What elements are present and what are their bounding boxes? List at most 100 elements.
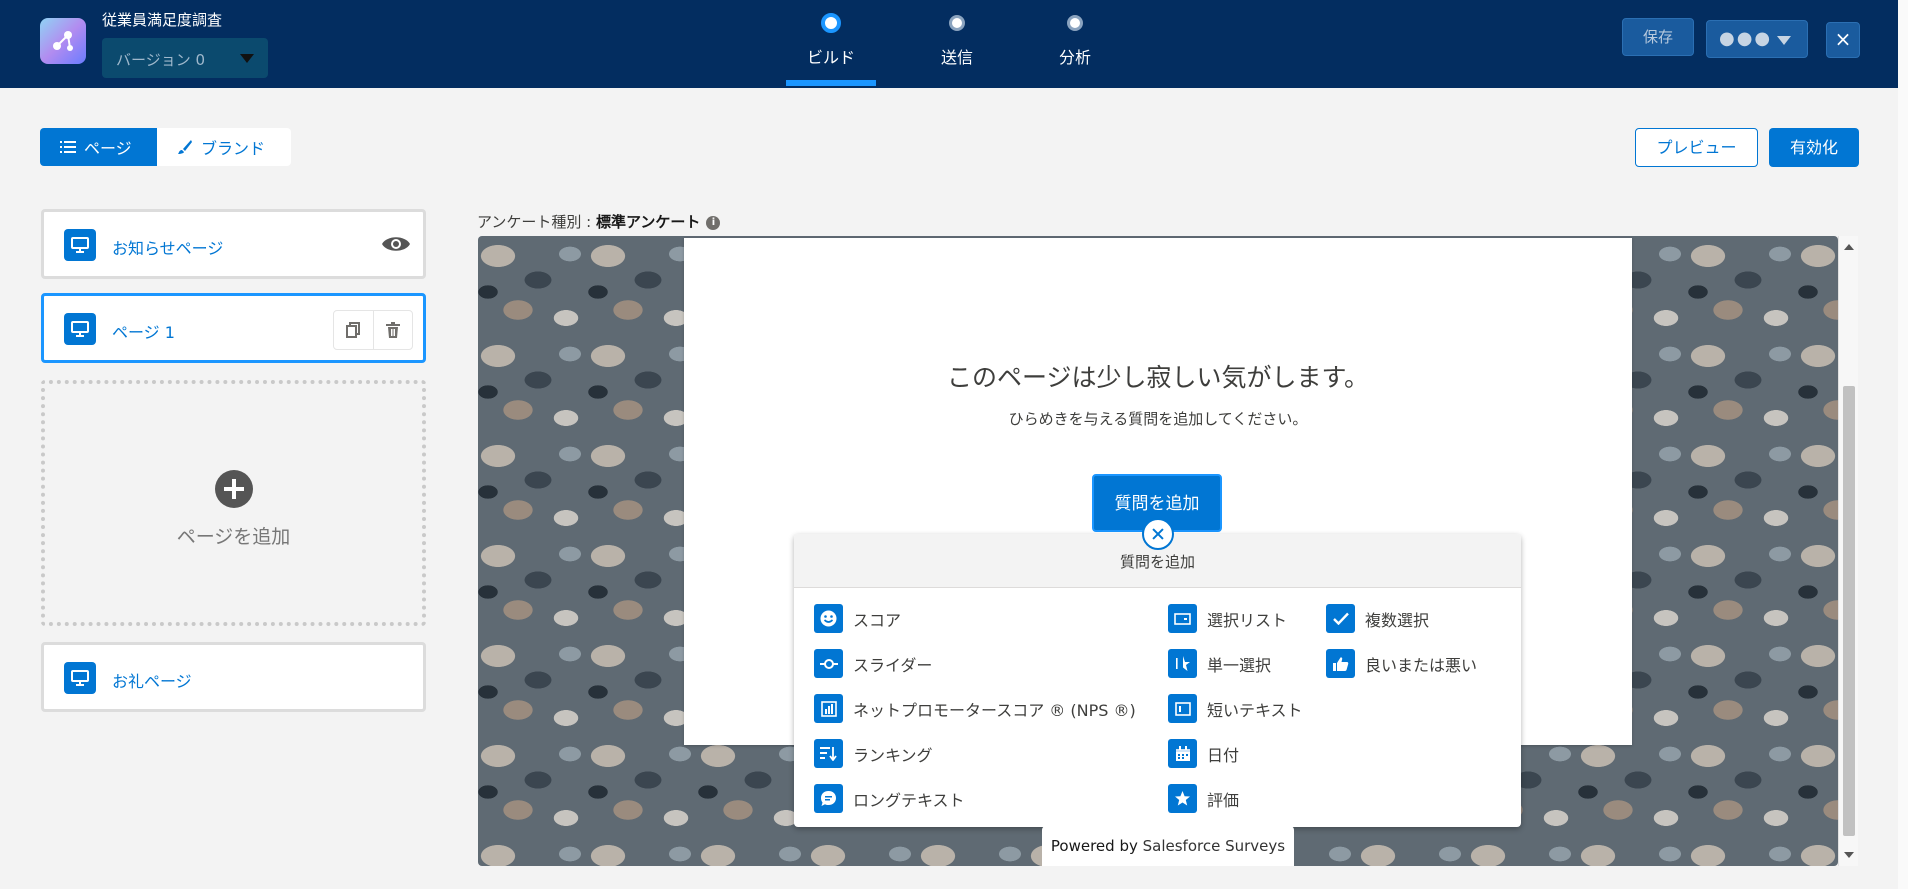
page-actions bbox=[333, 310, 413, 350]
question-type-label: ランキング bbox=[853, 745, 933, 765]
close-button[interactable]: × bbox=[1826, 22, 1860, 58]
question-type-rating[interactable]: 評価 bbox=[1168, 784, 1239, 813]
survey-type: アンケート種別 : 標準アンケート i bbox=[477, 211, 721, 232]
add-page-dropzone[interactable]: ページを追加 bbox=[41, 380, 426, 626]
tab-brand-label: ブランド bbox=[201, 139, 266, 158]
short-text-icon bbox=[1168, 694, 1197, 723]
delete-page-button[interactable] bbox=[374, 311, 413, 349]
step-indicator-icon bbox=[1067, 15, 1083, 31]
more-actions-button[interactable]: ●●● bbox=[1706, 20, 1808, 58]
more-dots-icon: ●●● bbox=[1719, 28, 1773, 49]
smiley-icon bbox=[814, 604, 843, 633]
active-step-bar bbox=[786, 80, 876, 86]
add-question-popover: 質問を追加 スコア スライダー ネットプロモータースコア ® (NPS ®) ラ… bbox=[794, 534, 1521, 827]
star-icon bbox=[1168, 784, 1197, 813]
step-label: 送信 bbox=[940, 48, 973, 67]
picklist-icon bbox=[1168, 604, 1197, 633]
info-icon[interactable]: i bbox=[706, 215, 721, 230]
step-analyze[interactable]: 分析 bbox=[1030, 0, 1120, 88]
question-type-score[interactable]: スコア bbox=[814, 604, 901, 633]
survey-type-label: アンケート種別 : bbox=[477, 213, 596, 231]
scroll-down-icon[interactable] bbox=[1844, 852, 1854, 858]
thumbs-up-icon bbox=[1326, 649, 1355, 678]
chevron-down-icon bbox=[240, 54, 254, 63]
question-type-picklist[interactable]: 選択リスト bbox=[1168, 604, 1287, 633]
desktop-icon bbox=[64, 662, 96, 694]
canvas-scrollbar[interactable] bbox=[1838, 236, 1858, 866]
desktop-icon bbox=[64, 229, 96, 261]
question-type-multi-choice[interactable]: 複数選択 bbox=[1326, 604, 1429, 633]
page-card-label: お知らせページ bbox=[112, 239, 224, 258]
question-type-date[interactable]: 日付 bbox=[1168, 739, 1239, 768]
question-type-label: 日付 bbox=[1207, 745, 1240, 765]
desktop-icon bbox=[64, 313, 96, 345]
question-type-slider[interactable]: スライダー bbox=[814, 649, 932, 678]
left-panel-tabs: ページ ブランド bbox=[40, 128, 291, 166]
slider-icon bbox=[814, 649, 843, 678]
powered-by-prefix: Powered by bbox=[1050, 837, 1143, 855]
check-icon bbox=[1326, 604, 1355, 633]
add-circle-icon bbox=[215, 470, 253, 508]
window-edge bbox=[1898, 0, 1908, 889]
close-popover-icon[interactable] bbox=[1142, 518, 1174, 550]
step-build[interactable]: ビルド bbox=[786, 0, 876, 88]
step-indicator-icon bbox=[949, 15, 965, 31]
question-type-label: 複数選択 bbox=[1365, 610, 1430, 630]
copy-icon bbox=[346, 322, 361, 338]
page-card-label: お礼ページ bbox=[112, 672, 192, 691]
version-select[interactable]: バージョン 0 bbox=[102, 38, 268, 78]
empty-state-subtitle: ひらめきを与える質問を追加してください。 bbox=[1008, 410, 1308, 428]
tab-pages-label: ページ bbox=[84, 139, 132, 158]
step-send[interactable]: 送信 bbox=[912, 0, 1002, 88]
question-type-label: 評価 bbox=[1207, 790, 1240, 810]
question-type-label: ロングテキスト bbox=[853, 790, 965, 810]
page-card-welcome[interactable]: お知らせページ bbox=[41, 209, 426, 279]
page-card-page1[interactable]: ページ 1 bbox=[41, 293, 426, 363]
bar-chart-icon bbox=[814, 694, 843, 723]
step-label: 分析 bbox=[1058, 48, 1091, 67]
question-type-long-text[interactable]: ロングテキスト bbox=[814, 784, 965, 813]
list-icon bbox=[60, 141, 76, 153]
powered-by-brand: Salesforce Surveys bbox=[1142, 837, 1286, 855]
brush-icon bbox=[178, 140, 192, 154]
question-type-label: ネットプロモータースコア ® (NPS ®) bbox=[853, 700, 1136, 720]
chevron-down-icon bbox=[1777, 36, 1791, 45]
page-card-label: ページ 1 bbox=[112, 323, 175, 342]
question-type-label: スコア bbox=[853, 610, 902, 630]
question-type-label: 短いテキスト bbox=[1207, 700, 1303, 720]
question-type-ranking[interactable]: ランキング bbox=[814, 739, 933, 768]
scrollbar-thumb[interactable] bbox=[1843, 386, 1855, 836]
version-select-value: バージョン 0 bbox=[116, 51, 206, 69]
eye-icon[interactable] bbox=[381, 234, 411, 254]
survey-type-value: 標準アンケート bbox=[596, 213, 701, 231]
survey-app-logo-icon bbox=[40, 18, 86, 64]
powered-by-footer: Powered by Salesforce Surveys bbox=[1042, 826, 1294, 866]
question-type-single-choice[interactable]: 単一選択 bbox=[1168, 649, 1271, 678]
single-choice-icon bbox=[1168, 649, 1197, 678]
page-card-thanks[interactable]: お礼ページ bbox=[41, 642, 426, 712]
question-type-label: 選択リスト bbox=[1207, 610, 1288, 630]
chat-icon bbox=[814, 784, 843, 813]
step-indicator-icon bbox=[821, 13, 841, 33]
question-type-nps[interactable]: ネットプロモータースコア ® (NPS ®) bbox=[814, 694, 1136, 723]
question-type-like-dislike[interactable]: 良いまたは悪い bbox=[1326, 649, 1477, 678]
activate-button[interactable]: 有効化 bbox=[1769, 128, 1859, 167]
question-type-label: 単一選択 bbox=[1207, 655, 1272, 675]
calendar-icon bbox=[1168, 739, 1197, 768]
survey-title: 従業員満足度調査 bbox=[102, 11, 223, 29]
trash-icon bbox=[385, 322, 400, 338]
copy-page-button[interactable] bbox=[334, 311, 374, 349]
question-type-label: 良いまたは悪い bbox=[1365, 655, 1478, 675]
ranking-icon bbox=[814, 739, 843, 768]
empty-state-title: このページは少し寂しい気がします。 bbox=[946, 363, 1369, 392]
preview-button[interactable]: プレビュー bbox=[1635, 128, 1758, 167]
scroll-up-icon[interactable] bbox=[1844, 244, 1854, 250]
question-type-short-text[interactable]: 短いテキスト bbox=[1168, 694, 1303, 723]
add-page-label: ページを追加 bbox=[176, 526, 291, 548]
tab-brand[interactable]: ブランド bbox=[157, 128, 291, 166]
step-label: ビルド bbox=[806, 48, 855, 67]
save-button[interactable]: 保存 bbox=[1622, 18, 1694, 56]
tab-pages[interactable]: ページ bbox=[40, 128, 157, 166]
app-header: 従業員満足度調査 バージョン 0 ビルド 送信 分析 保存 ●●● × bbox=[0, 0, 1898, 88]
question-type-label: スライダー bbox=[853, 655, 933, 675]
